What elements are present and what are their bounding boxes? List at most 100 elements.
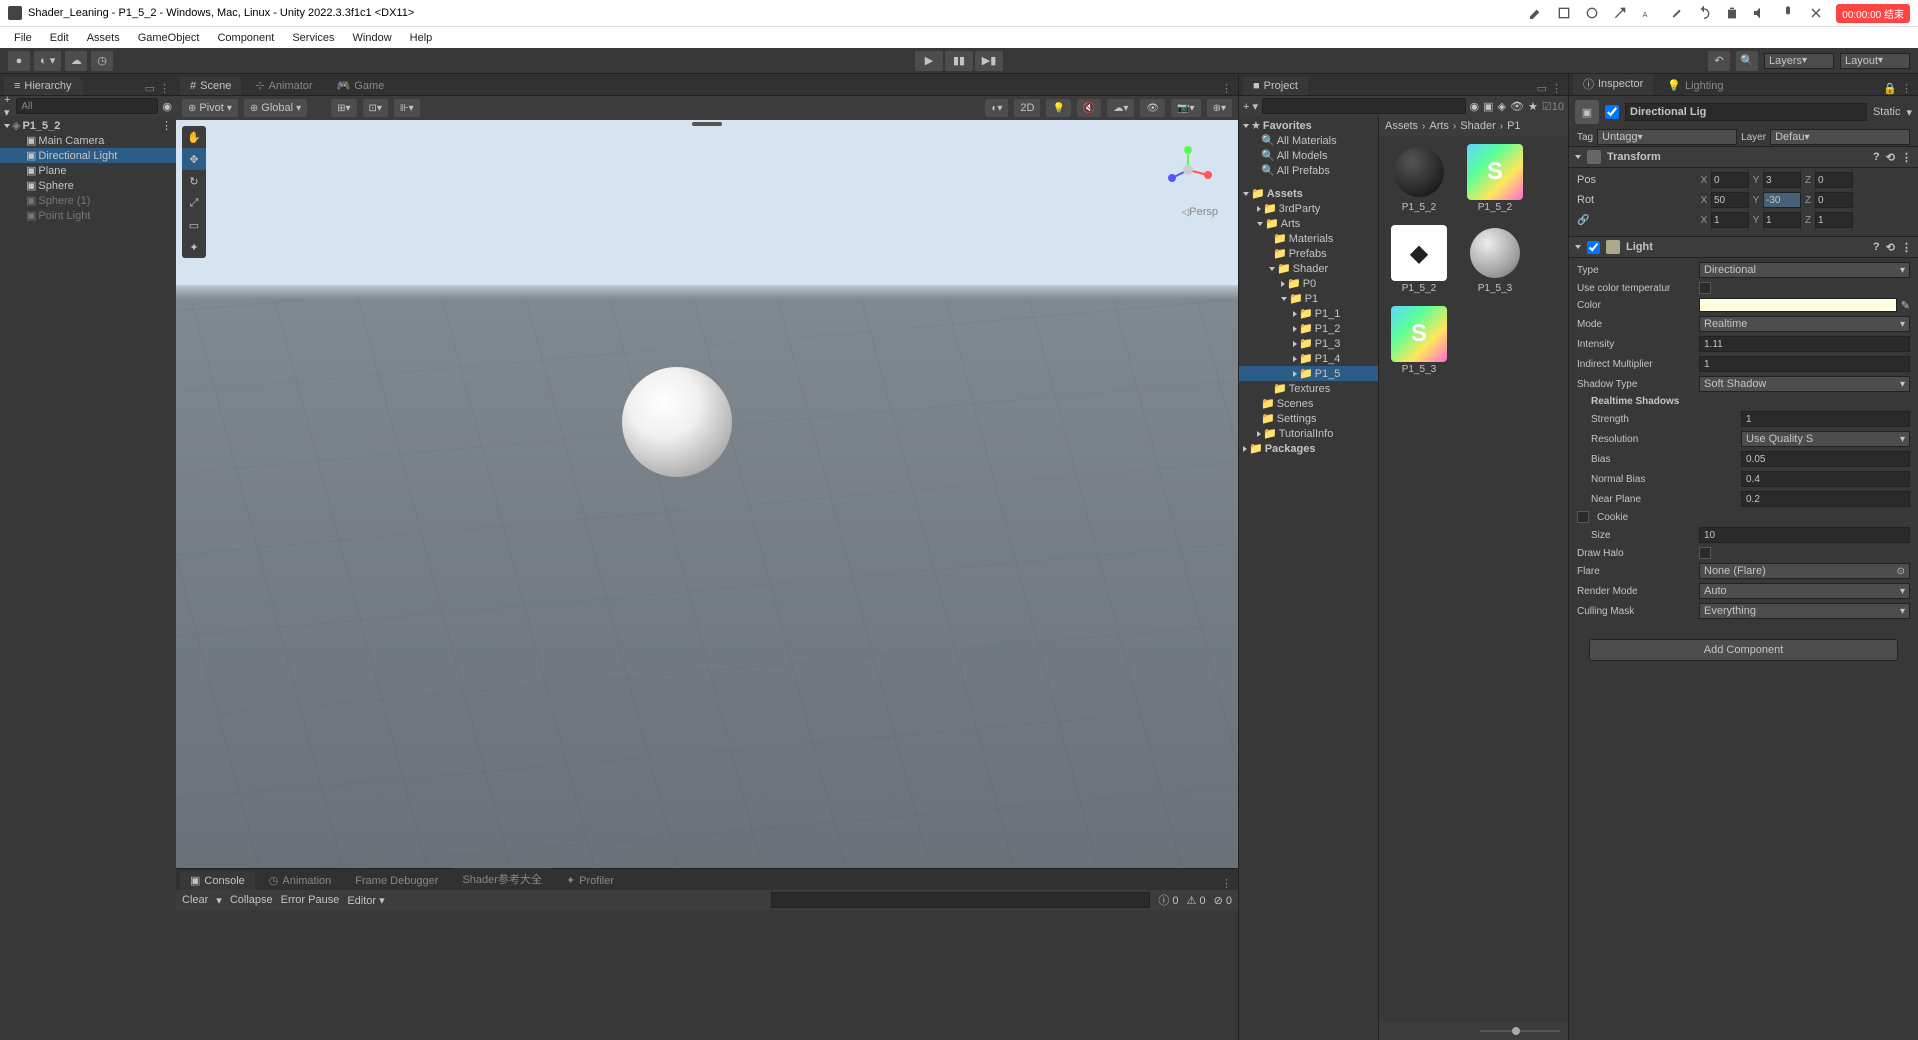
audio-toggle[interactable]: 🔇 (1077, 99, 1101, 117)
pos-x-field[interactable] (1711, 172, 1749, 188)
active-checkbox[interactable] (1605, 105, 1619, 119)
maximize-icon[interactable]: ▭ (145, 82, 155, 95)
trash-icon[interactable] (1724, 5, 1740, 21)
create-dropdown[interactable]: + ▾ (4, 94, 12, 119)
cookie-tex[interactable] (1577, 511, 1589, 523)
drawhalo-checkbox[interactable] (1699, 547, 1711, 559)
hidden-toggle[interactable]: 👁 (1140, 99, 1165, 117)
light-header[interactable]: Light ? ⟲ ⋮ (1569, 236, 1918, 258)
light-toggle[interactable]: 💡 (1046, 99, 1070, 117)
snap-icon[interactable]: ⊞▾ (331, 99, 356, 117)
mic-icon[interactable] (1780, 5, 1796, 21)
size-field[interactable] (1699, 527, 1910, 543)
drag-handle[interactable] (692, 122, 722, 126)
reset-icon[interactable]: ⟲ (1886, 241, 1895, 254)
console-tab[interactable]: ▣ Console (180, 871, 255, 890)
hierarchy-item[interactable]: ▣ Main Camera (0, 133, 176, 148)
picker-icon[interactable]: ◉ (162, 100, 172, 113)
rot-x-field[interactable] (1711, 192, 1749, 208)
breadcrumb-item[interactable]: Assets (1385, 120, 1418, 132)
tree-item[interactable]: 📁 P1_1 (1239, 306, 1378, 321)
pause-button[interactable]: ▮▮ (945, 51, 973, 71)
packages-folder[interactable]: 📁 Packages (1239, 441, 1378, 456)
breadcrumb-item[interactable]: P1 (1507, 120, 1520, 132)
history-icon[interactable]: ◷ (91, 51, 113, 71)
layout-dropdown[interactable]: Layout ▾ (1840, 53, 1910, 69)
close-icon[interactable] (1808, 5, 1824, 21)
pos-y-field[interactable] (1763, 172, 1801, 188)
profiler-tab[interactable]: ✦ Profiler (556, 871, 624, 890)
scene-viewport[interactable]: ✋ ✥ ↻ ⤢ ▭ ✦ ◁Persp (176, 120, 1238, 868)
square-icon[interactable] (1556, 5, 1572, 21)
arrow-icon[interactable] (1612, 5, 1628, 21)
label-icon[interactable]: ◈ (1498, 100, 1506, 113)
resolution-dropdown[interactable]: Use Quality S▾ (1741, 431, 1910, 447)
menu-component[interactable]: Component (209, 30, 282, 46)
info-count[interactable]: ⓘ 0 (1158, 892, 1178, 908)
breadcrumb-item[interactable]: Arts (1429, 120, 1449, 132)
indmult-field[interactable] (1699, 356, 1910, 372)
sphere-object[interactable] (622, 367, 732, 477)
hierarchy-item[interactable]: ▣ Plane (0, 163, 176, 178)
menu-help[interactable]: Help (402, 30, 441, 46)
pivot-toggle[interactable]: ⊕Pivot▾ (182, 99, 238, 117)
menu-services[interactable]: Services (284, 30, 342, 46)
tree-item[interactable]: 📁 Materials (1239, 231, 1378, 246)
scl-y-field[interactable] (1763, 212, 1801, 228)
usecolor-checkbox[interactable] (1699, 282, 1711, 294)
scl-x-field[interactable] (1711, 212, 1749, 228)
tree-item[interactable]: 📁 P0 (1239, 276, 1378, 291)
menu-window[interactable]: Window (345, 30, 400, 46)
step-button[interactable]: ▶▮ (975, 51, 1003, 71)
game-tab[interactable]: 🎮 Game (327, 76, 395, 95)
create-dropdown[interactable]: + ▾ (1243, 100, 1258, 113)
light-type-dropdown[interactable]: Directional▾ (1699, 262, 1910, 278)
light-mode-dropdown[interactable]: Realtime▾ (1699, 316, 1910, 332)
help-icon[interactable]: ? (1873, 151, 1880, 163)
record-badge[interactable]: 00:00:00 结束 (1836, 4, 1910, 23)
editor-dropdown[interactable]: Editor ▾ (347, 894, 384, 907)
tree-item[interactable]: 📁 3rdParty (1239, 201, 1378, 216)
menu-assets[interactable]: Assets (79, 30, 128, 46)
undo2-icon[interactable]: ↶ (1708, 51, 1730, 71)
nearplane-field[interactable] (1741, 491, 1910, 507)
eyedropper-icon[interactable]: ✎ (1901, 299, 1910, 312)
tree-item[interactable]: 🔍 All Models (1239, 148, 1378, 163)
scl-z-field[interactable] (1815, 212, 1853, 228)
project-asset[interactable]: P1_5_3 (1463, 225, 1527, 294)
text-icon[interactable]: A (1640, 5, 1656, 21)
camera-toggle[interactable]: 📷▾ (1171, 99, 1200, 117)
scale-tool[interactable]: ⤢ (182, 192, 206, 214)
scene-row[interactable]: ◈ P1_5_2⋮ (0, 118, 176, 133)
account-icon[interactable]: ● (8, 51, 30, 71)
hand-tool[interactable]: ✋ (182, 126, 206, 148)
flare-field[interactable]: None (Flare)⊙ (1699, 563, 1910, 579)
tree-item[interactable]: 📁 P1_3 (1239, 336, 1378, 351)
framedebugger-tab[interactable]: Frame Debugger (345, 872, 448, 890)
menu-icon[interactable]: ⋮ (1901, 151, 1912, 164)
menu-file[interactable]: File (6, 30, 40, 46)
bias-field[interactable] (1741, 451, 1910, 467)
tree-item[interactable]: 📁 Arts (1239, 216, 1378, 231)
shadowtype-dropdown[interactable]: Soft Shadow▾ (1699, 376, 1910, 392)
pos-z-field[interactable] (1815, 172, 1853, 188)
project-asset[interactable]: ◆P1_5_2 (1387, 225, 1451, 294)
tree-item[interactable]: 📁 Textures (1239, 381, 1378, 396)
assets-folder[interactable]: 📁 Assets (1239, 186, 1378, 201)
2d-toggle[interactable]: 2D (1014, 99, 1040, 117)
rotate-tool[interactable]: ↻ (182, 170, 206, 192)
lock-icon[interactable]: 🔒 (1883, 82, 1897, 95)
transform-header[interactable]: Transform ? ⟲ ⋮ (1569, 146, 1918, 168)
wand-icon[interactable] (1668, 5, 1684, 21)
tag-dropdown[interactable]: Untagg▾ (1597, 129, 1737, 145)
gizmo-toggle[interactable]: ⊕▾ (1207, 99, 1232, 117)
shaderref-tab[interactable]: Shader参考大全 (452, 868, 551, 890)
star-icon[interactable]: ★ (1528, 100, 1538, 113)
rot-z-field[interactable] (1815, 192, 1853, 208)
tree-item[interactable]: 📁 Settings (1239, 411, 1378, 426)
menu-icon[interactable]: ⋮ (1221, 82, 1232, 95)
normalbias-field[interactable] (1741, 471, 1910, 487)
tree-item[interactable]: 📁 Scenes (1239, 396, 1378, 411)
tree-item[interactable]: 📁 Shader (1239, 261, 1378, 276)
layers-dropdown[interactable]: Layers ▾ (1764, 53, 1834, 69)
